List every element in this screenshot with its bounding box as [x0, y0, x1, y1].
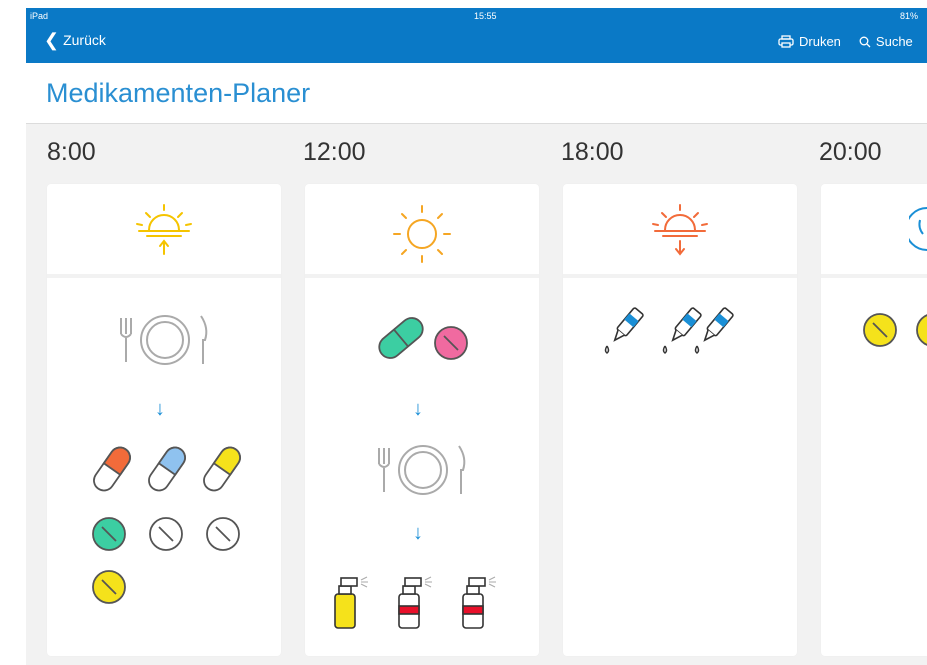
capsule-teal-icon [378, 317, 424, 359]
then-arrow-icon: ↓ [413, 522, 423, 544]
schedule-card-evening[interactable] [563, 184, 797, 656]
status-battery: 81% [900, 11, 919, 21]
capsule-group [93, 446, 241, 492]
printer-icon [778, 35, 794, 48]
spray-red-icon [398, 576, 432, 629]
meal-plate-icon [120, 315, 208, 365]
time-label-evening: 18:00 [561, 138, 624, 166]
search-button[interactable]: Suche [859, 34, 913, 49]
spray-group [334, 576, 496, 629]
schedule-card-noon[interactable]: ↓ ↓ [305, 184, 539, 656]
capsule-yellow-icon [203, 446, 241, 492]
spray-red-icon [462, 576, 496, 629]
schedule-card-morning[interactable]: ↓ [47, 184, 281, 656]
card-header [305, 184, 539, 278]
dropper-group [604, 307, 734, 354]
time-label-noon: 12:00 [303, 138, 366, 166]
search-label: Suche [875, 34, 913, 49]
page-title: Medikamenten-Planer [46, 78, 311, 108]
time-label-night: 20:00 [819, 138, 882, 166]
meal-plate-icon [378, 445, 466, 495]
tablet-white-icon [149, 517, 183, 551]
tablet-yellow-icon [92, 570, 126, 604]
sunset-icon [652, 204, 708, 256]
spray-yellow-icon [334, 576, 368, 629]
print-button[interactable]: Druken [778, 34, 841, 49]
card-header [563, 184, 797, 278]
capsule-blue-icon [148, 446, 186, 492]
back-label: Zurück [63, 32, 106, 48]
back-button[interactable]: ❮ Zurück [44, 30, 106, 50]
schedule-card-night[interactable] [821, 184, 927, 656]
card-header [47, 184, 281, 278]
sun-icon [393, 205, 451, 263]
tablet-yellow-icon [863, 313, 897, 347]
tablet-white-icon [206, 517, 240, 551]
then-arrow-icon: ↓ [155, 398, 165, 420]
dropper-blue-icon [671, 307, 702, 342]
search-icon [859, 36, 871, 47]
capsule-orange-icon [93, 446, 131, 492]
sunrise-icon [136, 204, 192, 255]
print-label: Druken [799, 34, 841, 49]
then-arrow-icon: ↓ [413, 398, 423, 420]
tablet-group [863, 313, 927, 347]
card-header [821, 184, 927, 278]
title-bar: Medikamenten-Planer [26, 63, 927, 124]
tablet-group [92, 517, 240, 604]
chevron-left-icon: ❮ [44, 30, 60, 50]
tablet-teal-icon [92, 517, 126, 551]
navigation-bar: iPad 15:55 81% ❮ Zurück Druken Suche [26, 8, 927, 63]
status-device: iPad [30, 11, 49, 21]
tablet-yellow-icon [916, 314, 927, 346]
moon-icon [909, 207, 927, 251]
pill-group [378, 317, 468, 360]
time-label-morning: 8:00 [47, 138, 96, 166]
tablet-pink-icon [434, 326, 468, 360]
dropper-blue-icon [703, 307, 734, 342]
app-screen: iPad 15:55 81% ❮ Zurück Druken Suche Med… [26, 8, 927, 665]
dropper-blue-icon [613, 307, 644, 342]
status-time: 15:55 [474, 11, 497, 21]
